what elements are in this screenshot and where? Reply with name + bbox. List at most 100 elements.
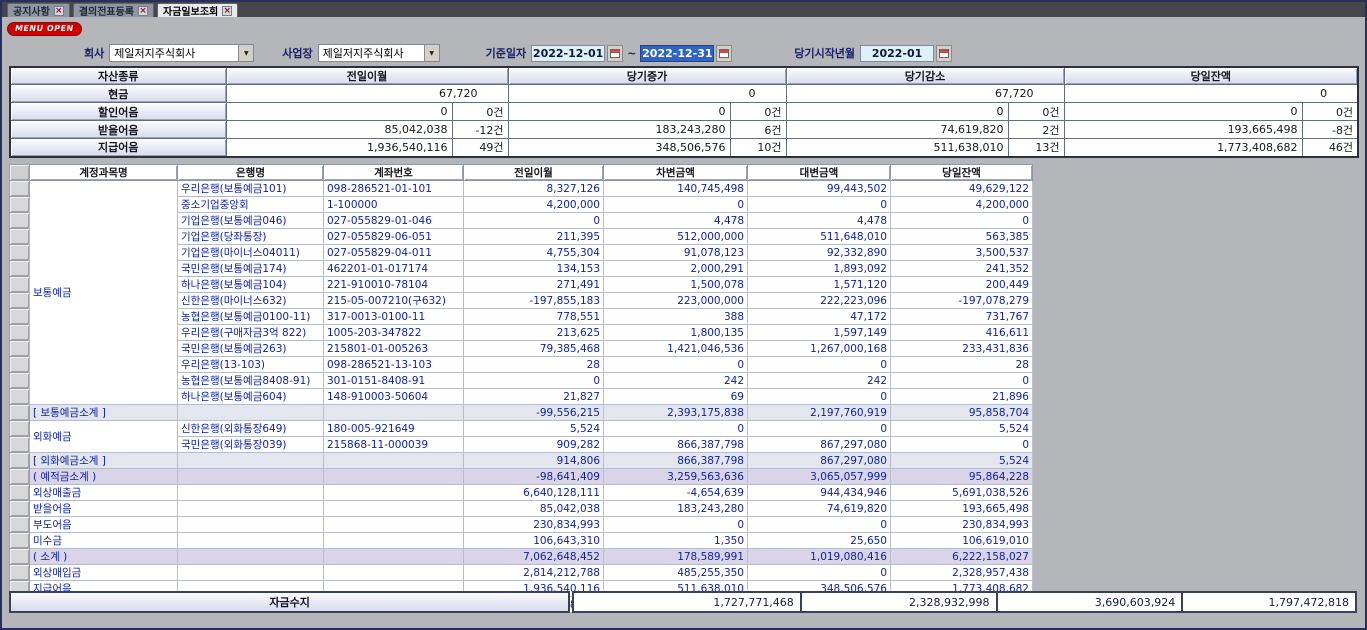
amount-cell: 7,062,648,452 [464,549,604,565]
summary-amount-cell: 511,638,010 [786,139,1008,157]
tab-label: 자금일보조회 [163,3,218,18]
account-number-cell: 1-100000 [324,197,464,213]
footer-total-label: 자금수지 [9,591,570,613]
row-selector[interactable] [10,453,30,469]
row-selector[interactable] [10,277,30,293]
summary-table: 자산종류전일이월당기증가당기감소당일잔액 현금67,720067,7200할인어… [9,66,1359,158]
amount-cell: 4,478 [604,213,748,229]
bank-name-cell [178,549,324,565]
row-selector[interactable] [10,341,30,357]
amount-cell: 74,619,820 [748,501,891,517]
row-selector[interactable] [10,357,30,373]
row-selector[interactable] [10,437,30,453]
row-selector[interactable] [10,373,30,389]
summary-count-cell: 13건 [1008,139,1064,157]
row-selector[interactable] [10,261,30,277]
row-selector[interactable] [10,501,30,517]
amount-cell: -98,641,409 [464,469,604,485]
row-selector[interactable] [10,389,30,405]
amount-cell: -197,078,279 [891,293,1033,309]
summary-count-cell: -12건 [452,121,508,139]
row-selector[interactable] [10,549,30,565]
bank-name-cell: 농협은행(보통예금8408-91) [178,373,324,389]
summary-amount-cell: 1,773,408,682 [1064,139,1302,157]
chevron-down-icon[interactable]: ▼ [238,45,253,61]
row-selector[interactable] [10,565,30,581]
date-range-separator: ~ [627,47,636,60]
row-selector[interactable] [10,213,30,229]
row-selector[interactable] [10,485,30,501]
calendar-icon[interactable] [716,45,732,62]
account-number-cell: 027-055829-04-011 [324,245,464,261]
amount-cell: 1,019,080,416 [748,549,891,565]
amount-cell: 200,449 [891,277,1033,293]
account-number-cell: 027-055829-01-046 [324,213,464,229]
summary-amount-cell: 0 [508,85,786,103]
calendar-icon[interactable] [607,45,623,62]
summary-amount-cell: 67,720 [226,85,508,103]
base-date-to-input[interactable]: 2022-12-31 [640,45,714,62]
row-selector[interactable] [10,325,30,341]
row-selector[interactable] [10,517,30,533]
detail-row: 외상매입금2,814,212,788485,255,35002,328,957,… [10,565,1033,581]
account-group-cell: 외화예금 [30,421,178,453]
account-number-cell: 215801-01-005263 [324,341,464,357]
row-selector[interactable] [10,197,30,213]
row-selector[interactable] [10,309,30,325]
amount-cell: 866,387,798 [604,453,748,469]
row-selector[interactable] [10,469,30,485]
detail-col-header: 차변금액 [604,165,748,181]
tab-close-icon[interactable]: × [222,6,232,16]
workplace-label: 사업장 [282,45,312,61]
tab-자금일보조회[interactable]: 자금일보조회 × [157,3,238,17]
row-selector[interactable] [10,181,30,197]
row-label-cell: 외상매출금 [30,485,178,501]
amount-cell: 95,864,228 [891,469,1033,485]
workplace-select[interactable]: 제일저지주식회사 ▼ [318,44,440,62]
account-number-cell: 221-910010-78104 [324,277,464,293]
amount-cell: 242 [604,373,748,389]
summary-row: 받을어음85,042,038-12건183,243,2806건74,619,82… [10,121,1358,139]
amount-cell: 222,223,096 [748,293,891,309]
bank-name-cell: 하나은행(보통예금104) [178,277,324,293]
summary-amount-cell: 67,720 [786,85,1064,103]
bank-name-cell: 우리은행(구매자금3억 822) [178,325,324,341]
bank-name-cell [178,565,324,581]
base-date-from-input[interactable]: 2022-12-01 [531,45,605,62]
amount-cell: -197,855,183 [464,293,604,309]
account-number-cell [324,533,464,549]
tab-결의전표등록[interactable]: 결의전표등록× [73,3,154,17]
period-start-input[interactable]: 2022-01 [860,45,934,62]
tab-공지사항[interactable]: 공지사항 × [7,3,70,17]
amount-cell: 0 [748,421,891,437]
row-label-cell: 부도어음 [30,517,178,533]
tab-close-icon[interactable]: × [54,6,64,16]
amount-cell: 416,611 [891,325,1033,341]
account-number-cell [324,405,464,421]
row-selector[interactable] [10,245,30,261]
row-selector[interactable] [10,405,30,421]
company-select[interactable]: 제일저지주식회사 ▼ [109,44,254,62]
chevron-down-icon[interactable]: ▼ [424,45,439,61]
amount-cell: 2,393,175,838 [604,405,748,421]
detail-table: 계정과목명은행명계좌번호전일이월차변금액대변금액당일잔액 보통예금우리은행(보통… [9,164,1033,613]
detail-row: 미수금106,643,3101,35025,650106,619,010 [10,533,1033,549]
detail-col-header: 당일잔액 [891,165,1033,181]
row-selector[interactable] [10,229,30,245]
row-selector[interactable] [10,421,30,437]
menu-open-button[interactable]: MENU OPEN [7,22,82,36]
tab-close-icon[interactable]: × [138,6,148,16]
detail-row: [ 외화예금소계 ]914,806866,387,798867,297,0805… [10,453,1033,469]
row-selector[interactable] [10,533,30,549]
summary-amount-cell: 1,936,540,116 [226,139,452,157]
amount-cell: 0 [604,197,748,213]
row-selector[interactable] [10,293,30,309]
amount-cell: 230,834,993 [891,517,1033,533]
amount-cell: 213,625 [464,325,604,341]
tab-label: 공지사항 [13,3,50,18]
bank-name-cell: 기업은행(마이너스04011) [178,245,324,261]
amount-cell: 1,597,149 [748,325,891,341]
company-select-value: 제일저지주식회사 [110,45,238,61]
calendar-icon[interactable] [936,45,952,62]
amount-cell: 4,478 [748,213,891,229]
